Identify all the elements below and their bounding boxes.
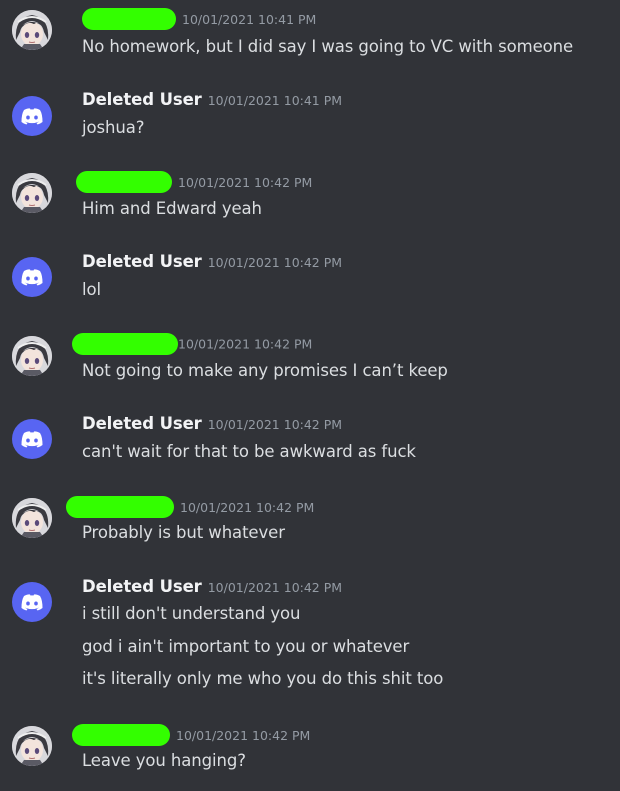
message-text: it's literally only me who you do this s… (82, 669, 444, 688)
anime-avatar-icon (12, 10, 52, 50)
timestamp: 10/01/2021 10:42 PM (178, 336, 313, 352)
redacted-username (72, 724, 170, 746)
timestamp: 10/01/2021 10:42 PM (207, 255, 343, 270)
discord-logo-icon (21, 594, 43, 611)
message-header: Deleted User 10/01/2021 10:41 PM (82, 90, 342, 112)
timestamp: 10/01/2021 10:42 PM (180, 499, 315, 515)
username[interactable]: Deleted User (82, 577, 202, 596)
message-text: can't wait for that to be awkward as fuc… (82, 442, 416, 461)
message-text: god i ain't important to you or whatever (82, 637, 410, 656)
user-avatar[interactable] (12, 257, 52, 297)
anime-avatar-icon (12, 726, 52, 766)
anime-avatar-icon (12, 336, 52, 376)
anime-avatar-icon (12, 173, 52, 213)
redacted-username (76, 171, 172, 193)
user-avatar[interactable] (12, 173, 52, 213)
message-text: Not going to make any promises I can’t k… (82, 361, 448, 380)
message-text: Him and Edward yeah (82, 199, 262, 218)
timestamp: 10/01/2021 10:42 PM (176, 727, 311, 743)
timestamp: 10/01/2021 10:42 PM (207, 580, 343, 595)
redacted-username (82, 8, 176, 30)
anime-avatar-icon (12, 498, 52, 538)
message-text: Leave you hanging? (82, 751, 246, 770)
user-avatar[interactable] (12, 726, 52, 766)
message-text: Probably is but whatever (82, 523, 285, 542)
message-header: 10/01/2021 10:42 PM (72, 724, 311, 746)
username[interactable]: Deleted User (82, 252, 202, 271)
message-header: 10/01/2021 10:42 PM (72, 333, 313, 355)
discord-logo-icon (21, 108, 43, 125)
timestamp: 10/01/2021 10:42 PM (207, 417, 343, 432)
message-header: Deleted User 10/01/2021 10:42 PM (82, 252, 342, 274)
username[interactable]: Deleted User (82, 414, 202, 433)
username[interactable]: Deleted User (82, 90, 202, 109)
user-avatar[interactable] (12, 96, 52, 136)
message-text: lol (82, 280, 101, 299)
redacted-username (66, 496, 174, 518)
timestamp: 10/01/2021 10:41 PM (182, 11, 317, 27)
user-avatar[interactable] (12, 10, 52, 50)
user-avatar[interactable] (12, 419, 52, 459)
timestamp: 10/01/2021 10:42 PM (178, 174, 313, 190)
discord-logo-icon (21, 431, 43, 448)
message-header: 10/01/2021 10:42 PM (76, 171, 313, 193)
message-header: 10/01/2021 10:41 PM (82, 8, 316, 30)
message-header: Deleted User 10/01/2021 10:42 PM (82, 577, 342, 599)
message-header: 10/01/2021 10:42 PM (66, 496, 315, 518)
discord-logo-icon (21, 269, 43, 286)
message-text: joshua? (82, 118, 145, 137)
user-avatar[interactable] (12, 336, 52, 376)
message-text: No homework, but I did say I was going t… (82, 37, 574, 56)
redacted-username (72, 333, 178, 355)
message-text: i still don't understand you (82, 604, 301, 623)
user-avatar[interactable] (12, 582, 52, 622)
user-avatar[interactable] (12, 498, 52, 538)
timestamp: 10/01/2021 10:41 PM (207, 93, 343, 108)
message-header: Deleted User 10/01/2021 10:42 PM (82, 414, 342, 436)
